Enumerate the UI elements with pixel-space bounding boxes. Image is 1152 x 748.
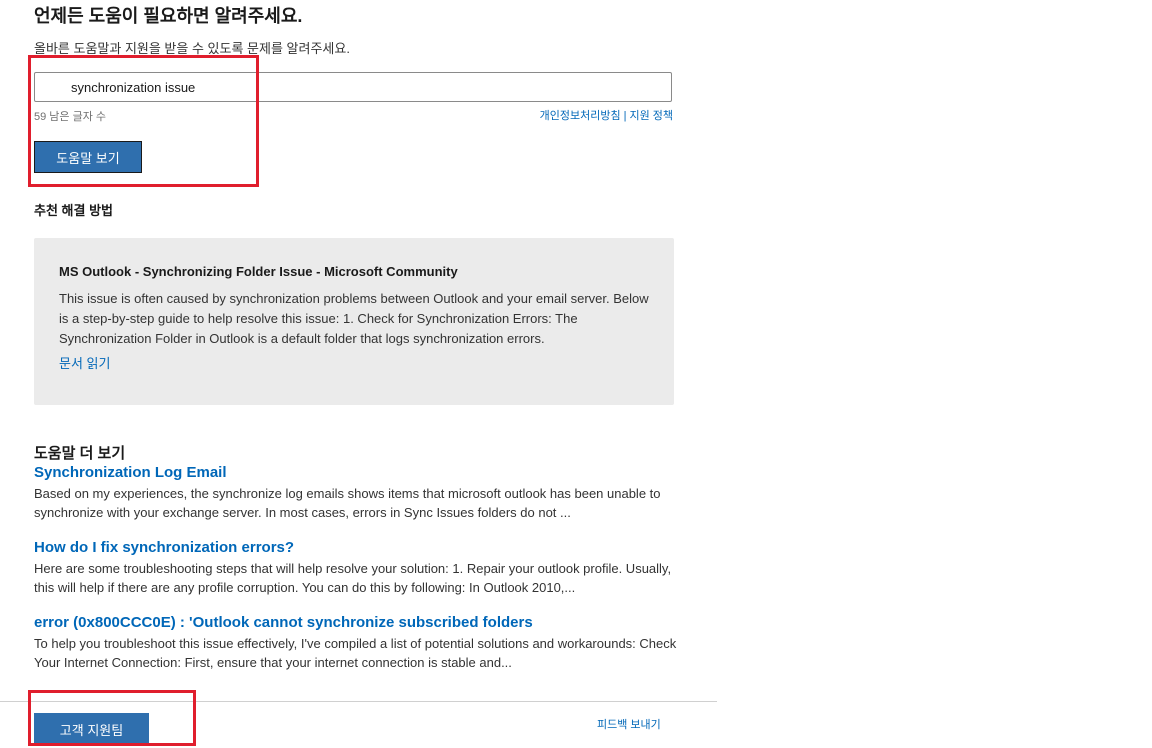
article-title-link[interactable]: How do I fix synchronization errors?	[34, 539, 684, 556]
list-item: How do I fix synchronization errors? Her…	[34, 539, 684, 597]
help-panel: 언제든 도움이 필요하면 알려주세요. 올바른 도움말과 지원을 받을 수 있도…	[0, 0, 1152, 748]
article-title-link[interactable]: error (0x800CCC0E) : 'Outlook cannot syn…	[34, 614, 684, 631]
recommended-title: MS Outlook - Synchronizing Folder Issue …	[59, 264, 458, 279]
read-article-link[interactable]: 문서 읽기	[59, 353, 110, 372]
get-help-button[interactable]: 도움말 보기	[34, 141, 142, 173]
page-title: 언제든 도움이 필요하면 알려주세요.	[34, 6, 303, 26]
recommended-card: MS Outlook - Synchronizing Folder Issue …	[34, 238, 674, 405]
contact-support-button[interactable]: 고객 지원팀	[34, 713, 149, 745]
article-title-link[interactable]: Synchronization Log Email	[34, 464, 684, 481]
feedback-link[interactable]: 피드백 보내기	[597, 716, 661, 732]
list-item: Synchronization Log Email Based on my ex…	[34, 464, 684, 522]
more-help-heading: 도움말 더 보기	[34, 445, 126, 462]
list-item: error (0x800CCC0E) : 'Outlook cannot syn…	[34, 614, 684, 672]
char-count: 59 남은 글자 수	[34, 111, 107, 123]
article-snippet: Based on my experiences, the synchronize…	[34, 486, 661, 520]
recommended-heading: 추천 해결 방법	[34, 203, 113, 218]
article-snippet: Here are some troubleshooting steps that…	[34, 561, 672, 595]
support-policy-link[interactable]: 지원 정책	[629, 110, 673, 122]
privacy-link[interactable]: 개인정보처리방침	[540, 110, 621, 122]
article-snippet: To help you troubleshoot this issue effe…	[34, 636, 677, 670]
recommended-body: This issue is often caused by synchroniz…	[59, 291, 649, 346]
page-subtitle: 올바른 도움말과 지원을 받을 수 있도록 문제를 알려주세요.	[34, 41, 350, 56]
footer-divider	[0, 701, 717, 702]
search-input[interactable]	[35, 73, 671, 101]
link-separator: |	[623, 110, 627, 122]
search-field[interactable]	[34, 72, 672, 102]
policy-links: 개인정보처리방침 | 지원 정책	[540, 107, 673, 123]
